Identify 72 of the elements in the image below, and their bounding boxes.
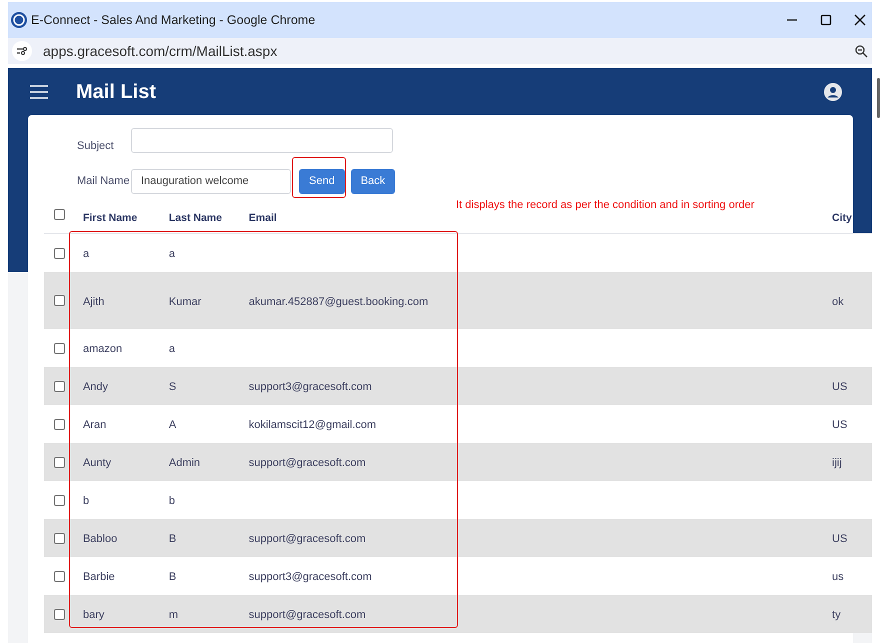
checkbox[interactable] [54, 418, 65, 430]
subject-label: Subject [77, 138, 115, 154]
table-cell: Andy [82, 381, 108, 393]
column-header: Last Name [168, 212, 222, 224]
action-button[interactable]: Send [299, 168, 345, 194]
table-row[interactable]: bary m support@gracesoft.com ty [44, 595, 872, 633]
table-cell: Babloo [82, 533, 118, 545]
table-row[interactable]: Ajith Kumar akumar.452887@guest.booking.com ok [44, 272, 872, 329]
checkbox[interactable] [54, 570, 65, 582]
mail-name-field[interactable]: Inauguration welcome [131, 168, 291, 194]
checkbox[interactable] [54, 456, 65, 468]
menu-icon[interactable] [30, 84, 48, 98]
checkbox[interactable] [54, 532, 65, 544]
zoom-icon[interactable] [855, 44, 868, 58]
table-cell: ok [832, 296, 844, 308]
table-cell: bary [82, 609, 104, 621]
table-cell: support@gracesoft.com [248, 457, 366, 469]
table-cell: amazon [82, 343, 122, 355]
table-cell: Admin [168, 457, 200, 469]
mail-name-label: Mail Name [77, 174, 131, 189]
table-cell: a [168, 248, 175, 260]
table-cell: b [168, 495, 175, 507]
annotation-text: It displays the record as per the condition and in sorting order [456, 198, 754, 213]
table-cell: a [168, 343, 175, 355]
checkbox[interactable] [54, 208, 65, 220]
checkbox[interactable] [54, 342, 65, 354]
action-button[interactable]: Back [350, 168, 396, 194]
url-text[interactable]: apps.gracesoft.com/crm/MailList.aspx [43, 40, 278, 62]
table-cell: support3@gracesoft.com [248, 571, 372, 583]
table-cell: support3@gracesoft.com [248, 381, 372, 393]
site-settings-icon[interactable] [12, 41, 32, 61]
table-row[interactable]: Babloo B support@gracesoft.com US [44, 519, 872, 557]
checkbox[interactable] [54, 248, 65, 258]
table-cell: US [832, 533, 848, 545]
table-cell: US [832, 381, 848, 393]
table-row[interactable]: Aunty Admin support@gracesoft.com ijij [44, 443, 872, 481]
page-title: Mail List [76, 80, 156, 104]
table-cell: m [168, 609, 178, 621]
checkbox[interactable] [54, 608, 65, 620]
table-cell: A [168, 419, 176, 431]
app-logo-icon [11, 12, 27, 28]
user-avatar-icon[interactable] [824, 82, 842, 100]
table-cell: ty [832, 609, 841, 621]
table-cell: Kumar [168, 296, 202, 308]
close-icon[interactable] [854, 14, 866, 26]
table-cell: ijij [832, 457, 842, 469]
table-cell: kokilamscit12@gmail.com [248, 419, 376, 431]
window-title: E-Connect - Sales And Marketing - Google Chrome [31, 12, 316, 29]
checkbox[interactable] [54, 380, 65, 392]
column-header: Email [248, 212, 277, 224]
table-cell: support@gracesoft.com [248, 609, 366, 621]
table-cell: S [168, 381, 176, 393]
table-cell: Aunty [82, 457, 112, 469]
table-cell: us [832, 571, 844, 583]
table-row[interactable]: Andy S support3@gracesoft.com US [44, 367, 872, 405]
table-cell: US [832, 419, 848, 431]
subject-field[interactable] [131, 128, 393, 152]
table-cell: a [82, 248, 90, 260]
table-cell: support@gracesoft.com [248, 533, 366, 545]
column-header: City [832, 212, 852, 224]
table-cell: akumar.452887@guest.booking.com [248, 296, 428, 308]
checkbox[interactable] [54, 295, 65, 306]
scrollbar[interactable] [877, 78, 880, 118]
maximize-icon[interactable] [820, 14, 832, 26]
table-cell: b [82, 495, 90, 507]
table-cell: Aran [82, 419, 106, 431]
table-cell: B [168, 571, 176, 583]
table-cell: B [168, 533, 176, 545]
column-header: First Name [82, 212, 138, 224]
table-cell: Ajith [82, 296, 104, 308]
checkbox[interactable] [54, 494, 65, 506]
table-cell: Barbie [82, 571, 115, 583]
